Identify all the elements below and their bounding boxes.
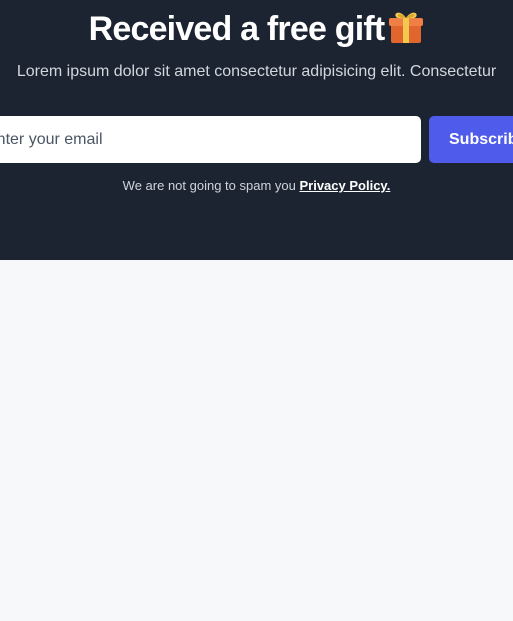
page-body <box>0 260 513 621</box>
hero-title: Received a free gift <box>88 10 386 48</box>
privacy-policy-link[interactable]: Privacy Policy. <box>299 178 390 193</box>
subscribe-button[interactable]: Subscribe <box>429 116 513 163</box>
spam-note: We are not going to spam you Privacy Pol… <box>0 177 513 195</box>
email-input[interactable] <box>0 116 421 163</box>
title-row: Received a free gift <box>0 6 513 52</box>
hero-subtitle: Lorem ipsum dolor sit amet consectetur a… <box>16 63 497 80</box>
spam-note-text: We are not going to spam you <box>122 178 300 193</box>
newsletter-hero: Received a free gift Lorem ipsum dolor s… <box>0 0 513 260</box>
gift-icon <box>388 9 424 45</box>
